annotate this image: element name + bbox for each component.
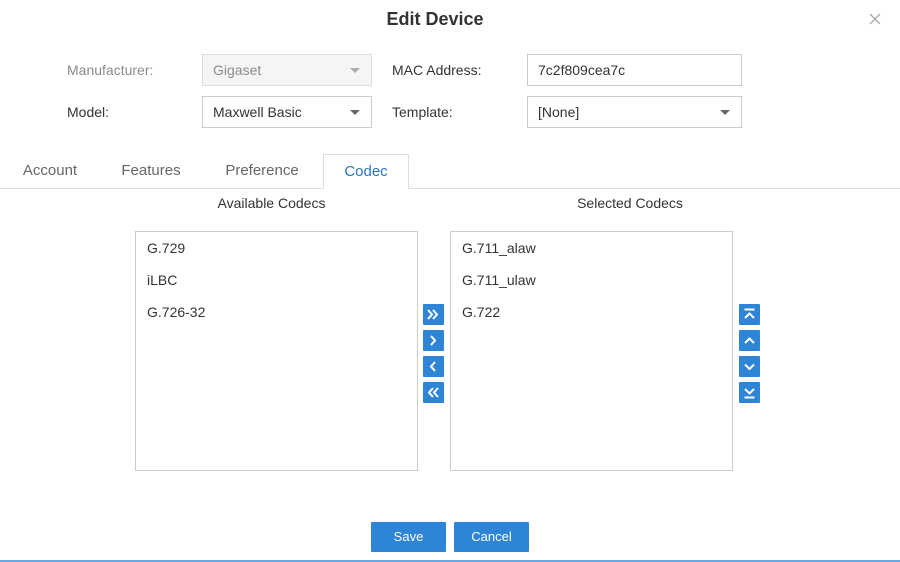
model-label: Model: bbox=[67, 104, 110, 120]
template-value: [None] bbox=[538, 104, 580, 120]
manufacturer-select[interactable]: Gigaset bbox=[202, 54, 372, 86]
model-value: Maxwell Basic bbox=[213, 104, 302, 120]
move-right-button[interactable] bbox=[423, 330, 444, 351]
move-down-button[interactable] bbox=[739, 356, 760, 377]
tab-bar: Account Features Preference Codec bbox=[0, 154, 900, 189]
chevron-right-icon bbox=[423, 330, 444, 351]
tab-preference[interactable]: Preference bbox=[208, 154, 316, 189]
template-label: Template: bbox=[392, 104, 453, 120]
move-to-top-icon bbox=[739, 304, 760, 325]
tab-codec[interactable]: Codec bbox=[323, 154, 409, 189]
close-button[interactable] bbox=[866, 10, 884, 28]
double-chevron-right-icon bbox=[423, 304, 444, 325]
selected-codecs-header: Selected Codecs bbox=[577, 195, 683, 211]
chevron-down-icon bbox=[350, 110, 360, 115]
available-codecs-list[interactable]: G.729 iLBC G.726-32 bbox=[135, 231, 418, 471]
save-button[interactable]: Save bbox=[371, 522, 446, 552]
move-to-bottom-button[interactable] bbox=[739, 382, 760, 403]
list-item[interactable]: G.722 bbox=[451, 296, 732, 328]
template-select[interactable]: [None] bbox=[527, 96, 742, 128]
chevron-down-icon bbox=[739, 356, 760, 377]
tab-features[interactable]: Features bbox=[104, 154, 198, 189]
mac-address-value: 7c2f809cea7c bbox=[538, 62, 626, 78]
move-up-button[interactable] bbox=[739, 330, 760, 351]
selected-codecs-list[interactable]: G.711_alaw G.711_ulaw G.722 bbox=[450, 231, 733, 471]
move-to-top-button[interactable] bbox=[739, 304, 760, 325]
list-item[interactable]: G.729 bbox=[136, 232, 417, 264]
model-select[interactable]: Maxwell Basic bbox=[202, 96, 372, 128]
chevron-left-icon bbox=[423, 356, 444, 377]
chevron-up-icon bbox=[739, 330, 760, 351]
move-left-button[interactable] bbox=[423, 356, 444, 377]
mac-address-input[interactable]: 7c2f809cea7c bbox=[527, 54, 742, 86]
manufacturer-value: Gigaset bbox=[213, 62, 262, 78]
move-all-left-button[interactable] bbox=[423, 382, 444, 403]
list-item[interactable]: iLBC bbox=[136, 264, 417, 296]
double-chevron-left-icon bbox=[423, 382, 444, 403]
cancel-button[interactable]: Cancel bbox=[454, 522, 529, 552]
available-codecs-header: Available Codecs bbox=[217, 195, 326, 211]
chevron-down-icon bbox=[720, 110, 730, 115]
list-item[interactable]: G.726-32 bbox=[136, 296, 417, 328]
mac-address-label: MAC Address: bbox=[392, 62, 482, 78]
move-all-right-button[interactable] bbox=[423, 304, 444, 325]
manufacturer-label: Manufacturer: bbox=[67, 62, 154, 78]
tab-account[interactable]: Account bbox=[0, 154, 100, 189]
chevron-down-icon bbox=[350, 68, 360, 73]
dialog-title: Edit Device bbox=[386, 9, 484, 29]
list-item[interactable]: G.711_ulaw bbox=[451, 264, 732, 296]
list-item[interactable]: G.711_alaw bbox=[451, 232, 732, 264]
move-to-bottom-icon bbox=[739, 382, 760, 403]
close-icon bbox=[866, 10, 884, 28]
